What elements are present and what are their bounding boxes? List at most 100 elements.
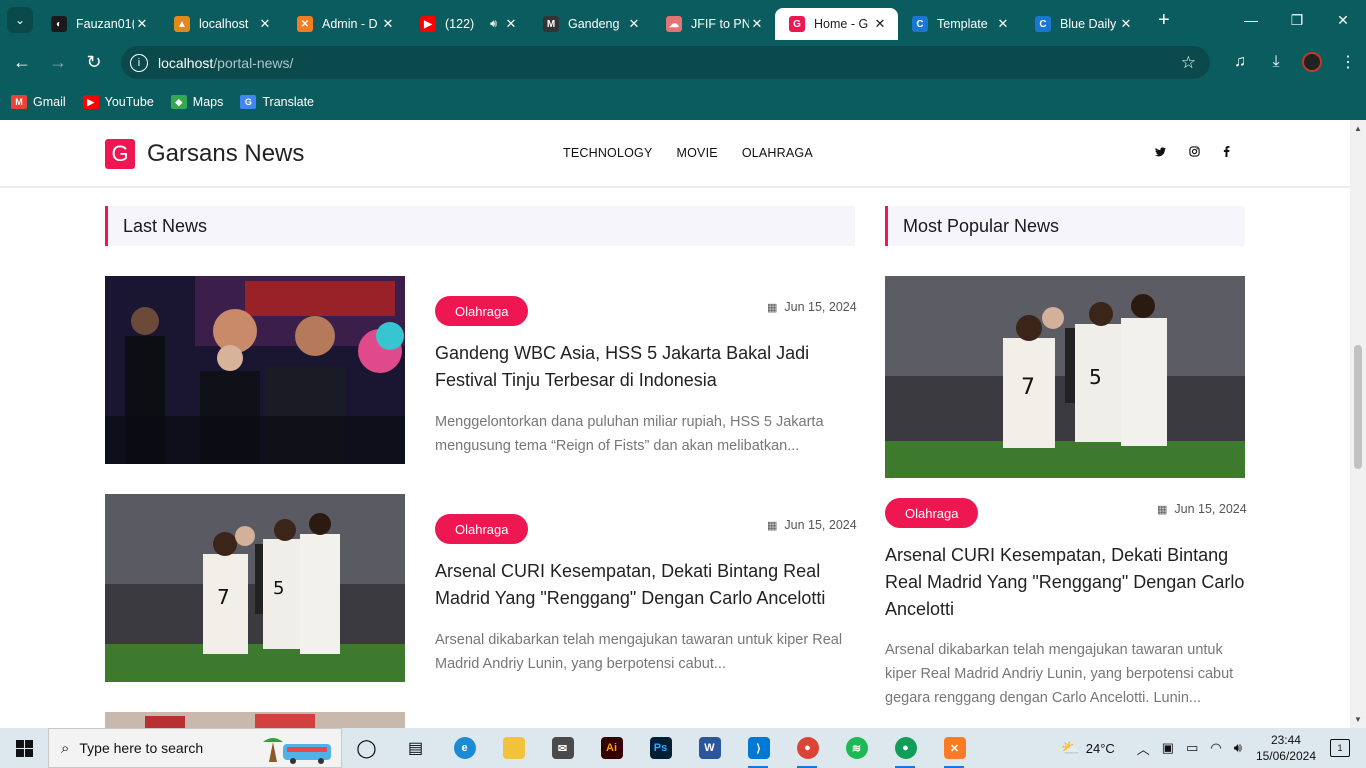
spotify-icon[interactable]: ≋: [832, 728, 881, 768]
site-header: G Garsans News TECHNOLOGY MOVIE OLAHRAGA: [0, 120, 1350, 188]
chrome-icon[interactable]: ●: [783, 728, 832, 768]
new-tab-button[interactable]: +: [1158, 9, 1170, 32]
instagram-icon[interactable]: [1189, 146, 1223, 160]
tab-favicon-icon: M: [543, 16, 559, 32]
tab-favicon-icon: G: [789, 16, 805, 32]
article-1-image[interactable]: [105, 276, 405, 464]
browser-tab[interactable]: ▲ localhost ✕: [160, 8, 283, 40]
file-explorer-icon[interactable]: [489, 728, 538, 768]
system-tray: ⛅ 24°C ︿ ▣ ▭ ◠ 🔊︎ 23:44 15/06/2024 1: [1061, 728, 1366, 768]
browser-tab[interactable]: ▶ (122) 🔊︎ ✕: [406, 8, 529, 40]
tab-search-button[interactable]: ⌄: [7, 7, 33, 33]
menu-item-movie[interactable]: MOVIE: [677, 146, 718, 160]
bookmark-item[interactable]: ▶ YouTube: [82, 95, 154, 109]
battery-icon[interactable]: ▭: [1186, 740, 1198, 756]
widgets-icon[interactable]: ▤: [391, 728, 440, 768]
tab-close-icon[interactable]: ✕: [995, 16, 1011, 32]
tab-close-icon[interactable]: ✕: [1118, 16, 1134, 32]
more-menu-icon[interactable]: ⋮: [1330, 52, 1366, 72]
address-bar[interactable]: i localhost/portal-news/ ☆: [121, 46, 1210, 79]
tab-favicon-icon: ▲: [174, 16, 190, 32]
tab-close-icon[interactable]: ✕: [626, 16, 642, 32]
scrollbar-thumb[interactable]: [1354, 345, 1362, 469]
article-2-category-badge[interactable]: Olahraga: [435, 514, 529, 544]
scroll-up-icon[interactable]: ▲: [1354, 124, 1362, 133]
vscode-icon[interactable]: ⟩: [734, 728, 783, 768]
menu-item-technology[interactable]: TECHNOLOGY: [563, 146, 653, 160]
browser-tab[interactable]: ◐ Fauzan01(✕: [37, 8, 160, 40]
weather-widget[interactable]: ⛅ 24°C: [1061, 739, 1115, 757]
volume-icon[interactable]: 🔊︎: [1234, 740, 1242, 756]
reload-button[interactable]: ↻: [76, 44, 112, 80]
article-2-headline[interactable]: Arsenal CURI Kesempatan, Dekati Bintang …: [435, 558, 845, 612]
page-scrollbar[interactable]: ▲ ▼: [1350, 120, 1366, 728]
minimize-icon[interactable]: —: [1228, 0, 1274, 40]
tab-close-icon[interactable]: ✕: [257, 16, 273, 32]
bookmark-item[interactable]: ◆ Maps: [170, 95, 223, 109]
article-3-image[interactable]: [105, 712, 405, 728]
bookmark-star-icon[interactable]: ☆: [1181, 53, 1196, 73]
facebook-icon[interactable]: [1223, 146, 1257, 160]
close-window-icon[interactable]: ✕: [1320, 0, 1366, 40]
mail-icon[interactable]: ✉: [538, 728, 587, 768]
popular-article-image[interactable]: 7 5: [885, 276, 1245, 478]
clock-date: 15/06/2024: [1255, 749, 1316, 763]
clock[interactable]: 23:44 15/06/2024: [1256, 732, 1316, 764]
search-highlight-icon: [263, 738, 331, 764]
browser-tab[interactable]: C Blue Daily ✕: [1021, 8, 1144, 40]
browser-tab[interactable]: C Template ✕: [898, 8, 1021, 40]
browser-tab[interactable]: ☁ JFIF to PN ✕: [652, 8, 775, 40]
svg-text:7: 7: [217, 585, 230, 609]
chrome-profile-icon[interactable]: ●: [881, 728, 930, 768]
tab-title: Gandeng: [568, 17, 620, 31]
forward-button[interactable]: →: [40, 44, 76, 80]
tab-title: Home - G: [814, 17, 869, 31]
scroll-down-icon[interactable]: ▼: [1354, 715, 1362, 724]
svg-text:5: 5: [1089, 365, 1102, 389]
tab-favicon-icon: ✕: [297, 16, 313, 32]
photoshop-icon[interactable]: Ps: [636, 728, 685, 768]
weather-temp: 24°C: [1085, 740, 1115, 756]
notification-center-icon[interactable]: 1: [1330, 739, 1350, 757]
site-logo[interactable]: G Garsans News: [105, 139, 304, 169]
tab-close-icon[interactable]: ✕: [749, 16, 765, 32]
download-icon[interactable]: ⤓: [1258, 53, 1294, 71]
popular-article-category-badge[interactable]: Olahraga: [885, 498, 979, 528]
tab-title: Admin - D: [322, 17, 378, 31]
social-links: [1155, 146, 1257, 160]
article-1-excerpt: Menggelontorkan dana puluhan miliar rupi…: [435, 414, 824, 454]
tab-favicon-icon: C: [912, 16, 928, 32]
browser-tab[interactable]: M Gandeng ✕: [529, 8, 652, 40]
meet-icon[interactable]: ▣: [1162, 740, 1174, 756]
restore-icon[interactable]: ❐: [1274, 0, 1320, 40]
article-2-image[interactable]: 7 5: [105, 494, 405, 682]
profile-avatar[interactable]: [1302, 52, 1322, 72]
bookmark-item[interactable]: G Translate: [240, 95, 314, 109]
browser-tab[interactable]: G Home - G ✕: [775, 8, 898, 40]
word-icon[interactable]: W: [685, 728, 734, 768]
illustrator-icon[interactable]: Ai: [587, 728, 636, 768]
taskbar-search-input[interactable]: ⌕ Type here to search: [48, 728, 342, 768]
task-view-icon[interactable]: ◯: [342, 728, 391, 768]
media-controls-icon[interactable]: ♫: [1222, 53, 1258, 71]
menu-item-olahraga[interactable]: OLAHRAGA: [742, 146, 813, 160]
windows-start-icon[interactable]: [0, 728, 48, 768]
bookmark-item[interactable]: M Gmail: [11, 95, 66, 109]
article-1-headline[interactable]: Gandeng WBC Asia, HSS 5 Jakarta Bakal Ja…: [435, 340, 845, 394]
tab-audio-icon[interactable]: 🔊︎: [490, 18, 497, 31]
site-info-icon[interactable]: i: [130, 53, 148, 72]
popular-article-headline[interactable]: Arsenal CURI Kesempatan, Dekati Bintang …: [885, 542, 1245, 623]
twitter-icon[interactable]: [1155, 146, 1189, 160]
chevron-up-icon[interactable]: ︿: [1137, 739, 1150, 758]
browser-tab[interactable]: ✕ Admin - D ✕: [283, 8, 406, 40]
tab-close-icon[interactable]: ✕: [134, 16, 150, 32]
article-1-category-badge[interactable]: Olahraga: [435, 296, 529, 326]
edge-icon[interactable]: e: [440, 728, 489, 768]
back-button[interactable]: ←: [4, 44, 40, 80]
wifi-icon[interactable]: ◠: [1210, 740, 1221, 756]
article-2-date-text: Jun 15, 2024: [784, 518, 857, 532]
tab-close-icon[interactable]: ✕: [380, 16, 396, 32]
tab-close-icon[interactable]: ✕: [503, 16, 519, 32]
xampp-icon[interactable]: ✕: [930, 728, 979, 768]
tab-close-icon[interactable]: ✕: [872, 16, 888, 32]
